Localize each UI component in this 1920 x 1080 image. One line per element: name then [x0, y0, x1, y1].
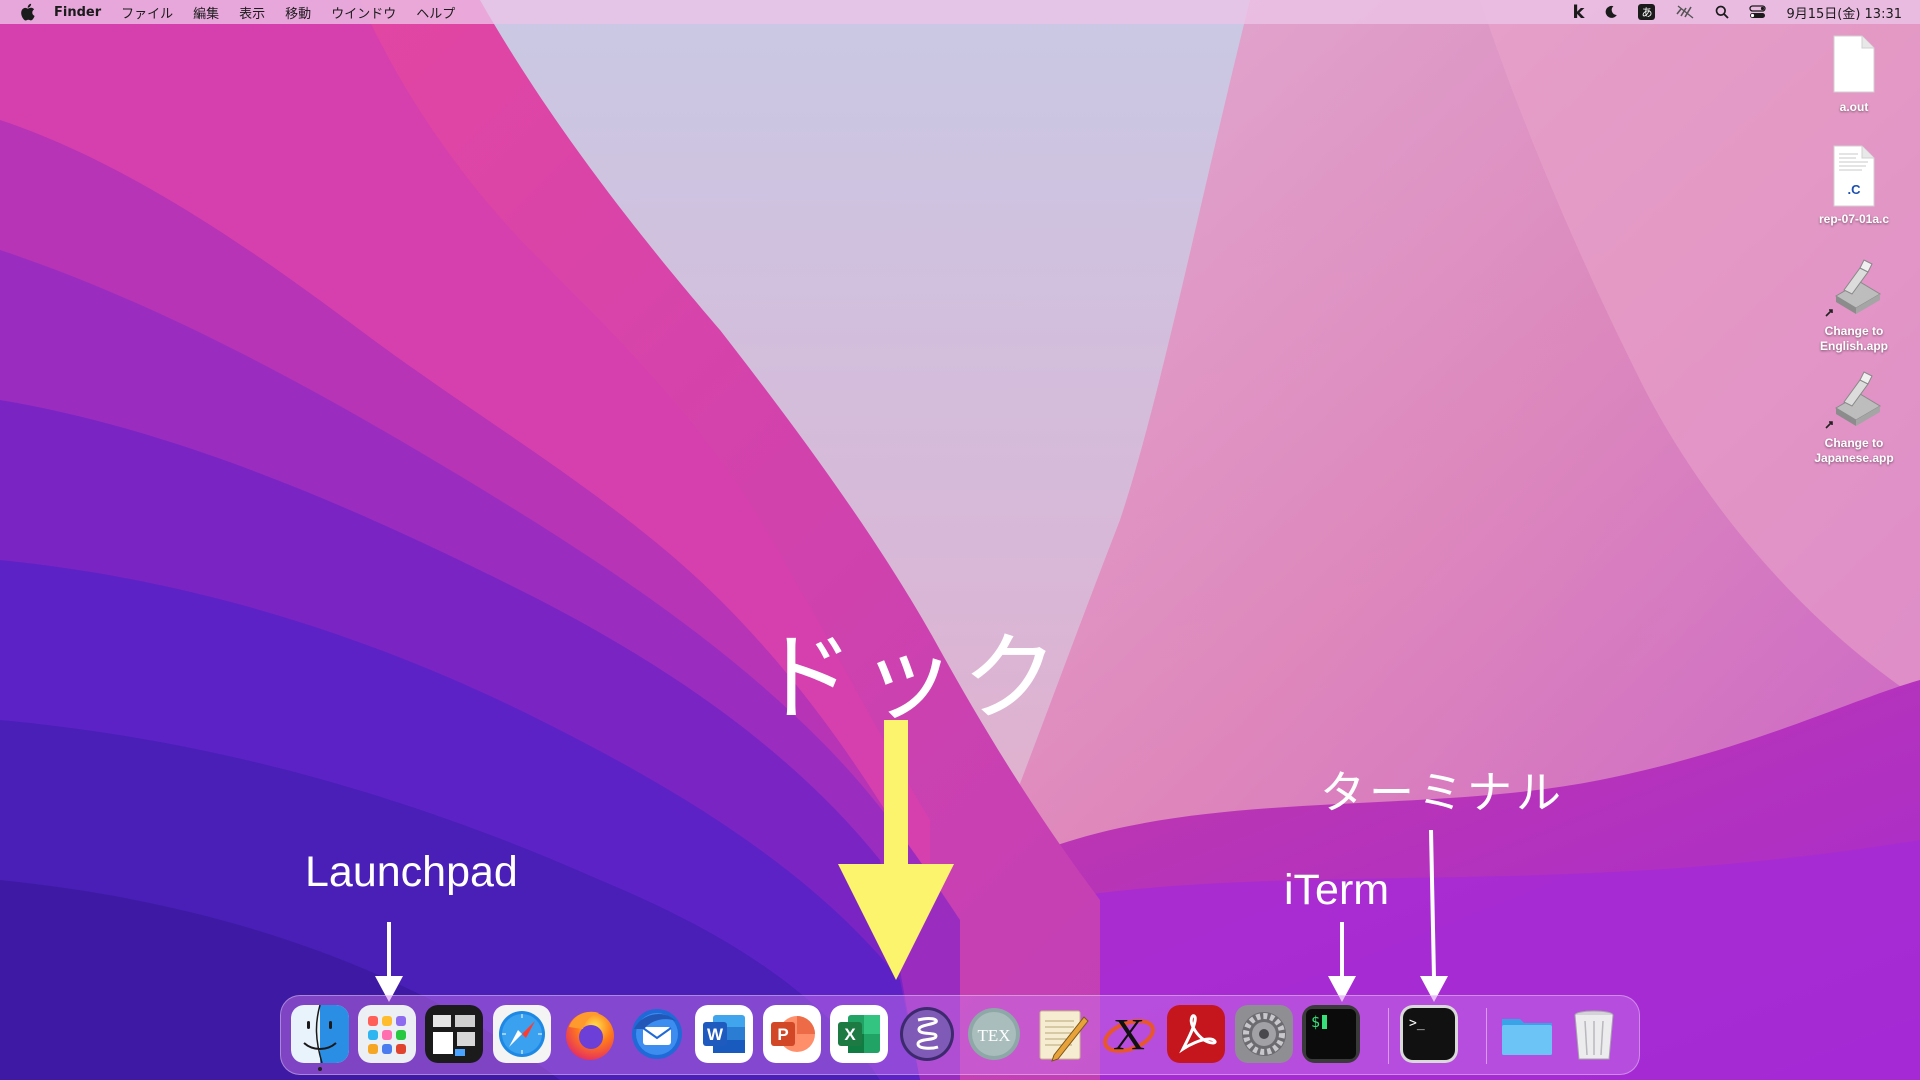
thunderbird-icon	[632, 1009, 682, 1059]
dock-app-finder[interactable]	[291, 1005, 349, 1063]
menu-go[interactable]: 移動	[285, 3, 311, 22]
menu-view[interactable]: 表示	[239, 3, 265, 22]
dock-app-emacs[interactable]	[898, 1005, 956, 1063]
powerpoint-letter: P	[777, 1025, 788, 1044]
c-source-file-icon: .C	[1822, 144, 1886, 208]
dock-app-powerpoint[interactable]: P	[763, 1005, 821, 1063]
desktop-icon-label-line1: Change to	[1824, 436, 1884, 450]
c-badge: .C	[1847, 182, 1861, 197]
emacs-icon	[900, 1007, 954, 1061]
annotation-iterm: iTerm	[1284, 866, 1390, 914]
dock-app-safari[interactable]	[493, 1005, 551, 1063]
dock-separator	[1388, 1008, 1389, 1064]
desktop-icon-rep-c[interactable]: .C rep-07-01a.c	[1799, 144, 1909, 227]
dock: W P X TEX X $ >_	[280, 995, 1640, 1075]
mission-control-icon	[425, 1005, 483, 1063]
xquartz-icon: X	[1103, 1010, 1155, 1059]
textedit-icon	[1039, 1010, 1089, 1062]
dock-separator	[1486, 1008, 1487, 1064]
tex-letters: TEX	[977, 1026, 1010, 1045]
desktop-icon-label: a.out	[1839, 100, 1869, 114]
dock-app-word[interactable]: W	[695, 1005, 753, 1063]
annotation-dock: ドック	[758, 622, 1064, 734]
dock-app-tex[interactable]: TEX	[965, 1005, 1023, 1063]
moon-icon[interactable]	[1604, 5, 1618, 19]
acrobat-icon	[1167, 1005, 1225, 1063]
menu-clock[interactable]: 9月15日(金) 13:31	[1786, 3, 1902, 22]
trash-icon	[1574, 1010, 1614, 1060]
powerpoint-icon: P	[763, 1005, 821, 1063]
desktop-icon-change-to-english[interactable]: Change to English.app	[1799, 256, 1909, 354]
document-icon	[1822, 32, 1886, 96]
terminal-prompt: >_	[1409, 1016, 1425, 1031]
mute-icon[interactable]	[1675, 5, 1695, 19]
menu-edit[interactable]: 編集	[193, 3, 219, 22]
dock-app-iterm[interactable]: $	[1302, 1005, 1360, 1063]
dock-app-mission-control[interactable]	[425, 1005, 483, 1063]
launchpad-icon	[358, 1005, 416, 1063]
desktop-icon-label-line2: Japanese.app	[1814, 451, 1894, 465]
xquartz-letter: X	[1113, 1010, 1145, 1059]
iterm-prompt: $	[1311, 1013, 1320, 1031]
dock-app-acrobat[interactable]	[1167, 1005, 1225, 1063]
dock-app-launchpad[interactable]	[358, 1005, 416, 1063]
dock-app-excel[interactable]: X	[830, 1005, 888, 1063]
applescript-app-icon	[1822, 368, 1886, 432]
dock-folder[interactable]	[1498, 1005, 1556, 1063]
menu-help[interactable]: ヘルプ	[416, 3, 455, 22]
word-icon: W	[695, 1005, 753, 1063]
desktop-icon-change-to-japanese[interactable]: Change to Japanese.app	[1799, 368, 1909, 466]
word-letter: W	[707, 1025, 724, 1044]
tex-icon: TEX	[968, 1008, 1020, 1060]
dock-app-system-preferences[interactable]	[1235, 1005, 1293, 1063]
iterm-icon: $	[1302, 1005, 1360, 1063]
dock-trash[interactable]	[1565, 1005, 1623, 1063]
control-center-icon[interactable]	[1749, 5, 1767, 19]
annotation-terminal: ターミナル	[1320, 766, 1566, 819]
excel-letter: X	[844, 1025, 856, 1044]
dock-app-thunderbird[interactable]	[628, 1005, 686, 1063]
apple-logo-icon[interactable]	[18, 3, 36, 21]
search-icon[interactable]	[1715, 5, 1730, 19]
applescript-app-icon	[1822, 256, 1886, 320]
dock-app-textedit[interactable]	[1032, 1005, 1090, 1063]
dock-app-terminal[interactable]: >_	[1400, 1005, 1458, 1063]
desktop-icon-a-out[interactable]: a.out	[1799, 32, 1909, 115]
finder-icon	[291, 1005, 349, 1063]
terminal-icon: >_	[1400, 1005, 1458, 1063]
desktop-icon-label-line1: Change to	[1824, 324, 1884, 338]
firefox-icon	[566, 1011, 614, 1060]
excel-icon: X	[830, 1005, 888, 1063]
menu-file[interactable]: ファイル	[121, 3, 173, 22]
desktop-icon-label-line2: English.app	[1819, 339, 1888, 353]
menu-app-name[interactable]: Finder	[54, 5, 101, 20]
running-indicator	[318, 1067, 322, 1071]
dock-app-firefox[interactable]	[561, 1005, 619, 1063]
desktop-icon-label: rep-07-01a.c	[1818, 212, 1890, 226]
annotation-launchpad: Launchpad	[305, 848, 518, 896]
system-preferences-icon	[1235, 1005, 1293, 1063]
desktop-wallpaper	[0, 0, 1920, 1080]
menu-bar: Finder ファイル 編集 表示 移動 ウインドウ ヘルプ k あ 9月15日…	[0, 0, 1920, 24]
dock-app-xquartz[interactable]: X	[1100, 1005, 1158, 1063]
safari-icon	[493, 1005, 551, 1063]
menu-window[interactable]: ウインドウ	[331, 3, 396, 22]
k-icon[interactable]: k	[1572, 2, 1584, 23]
folder-icon	[1502, 1019, 1552, 1055]
input-method-icon[interactable]: あ	[1638, 4, 1656, 20]
